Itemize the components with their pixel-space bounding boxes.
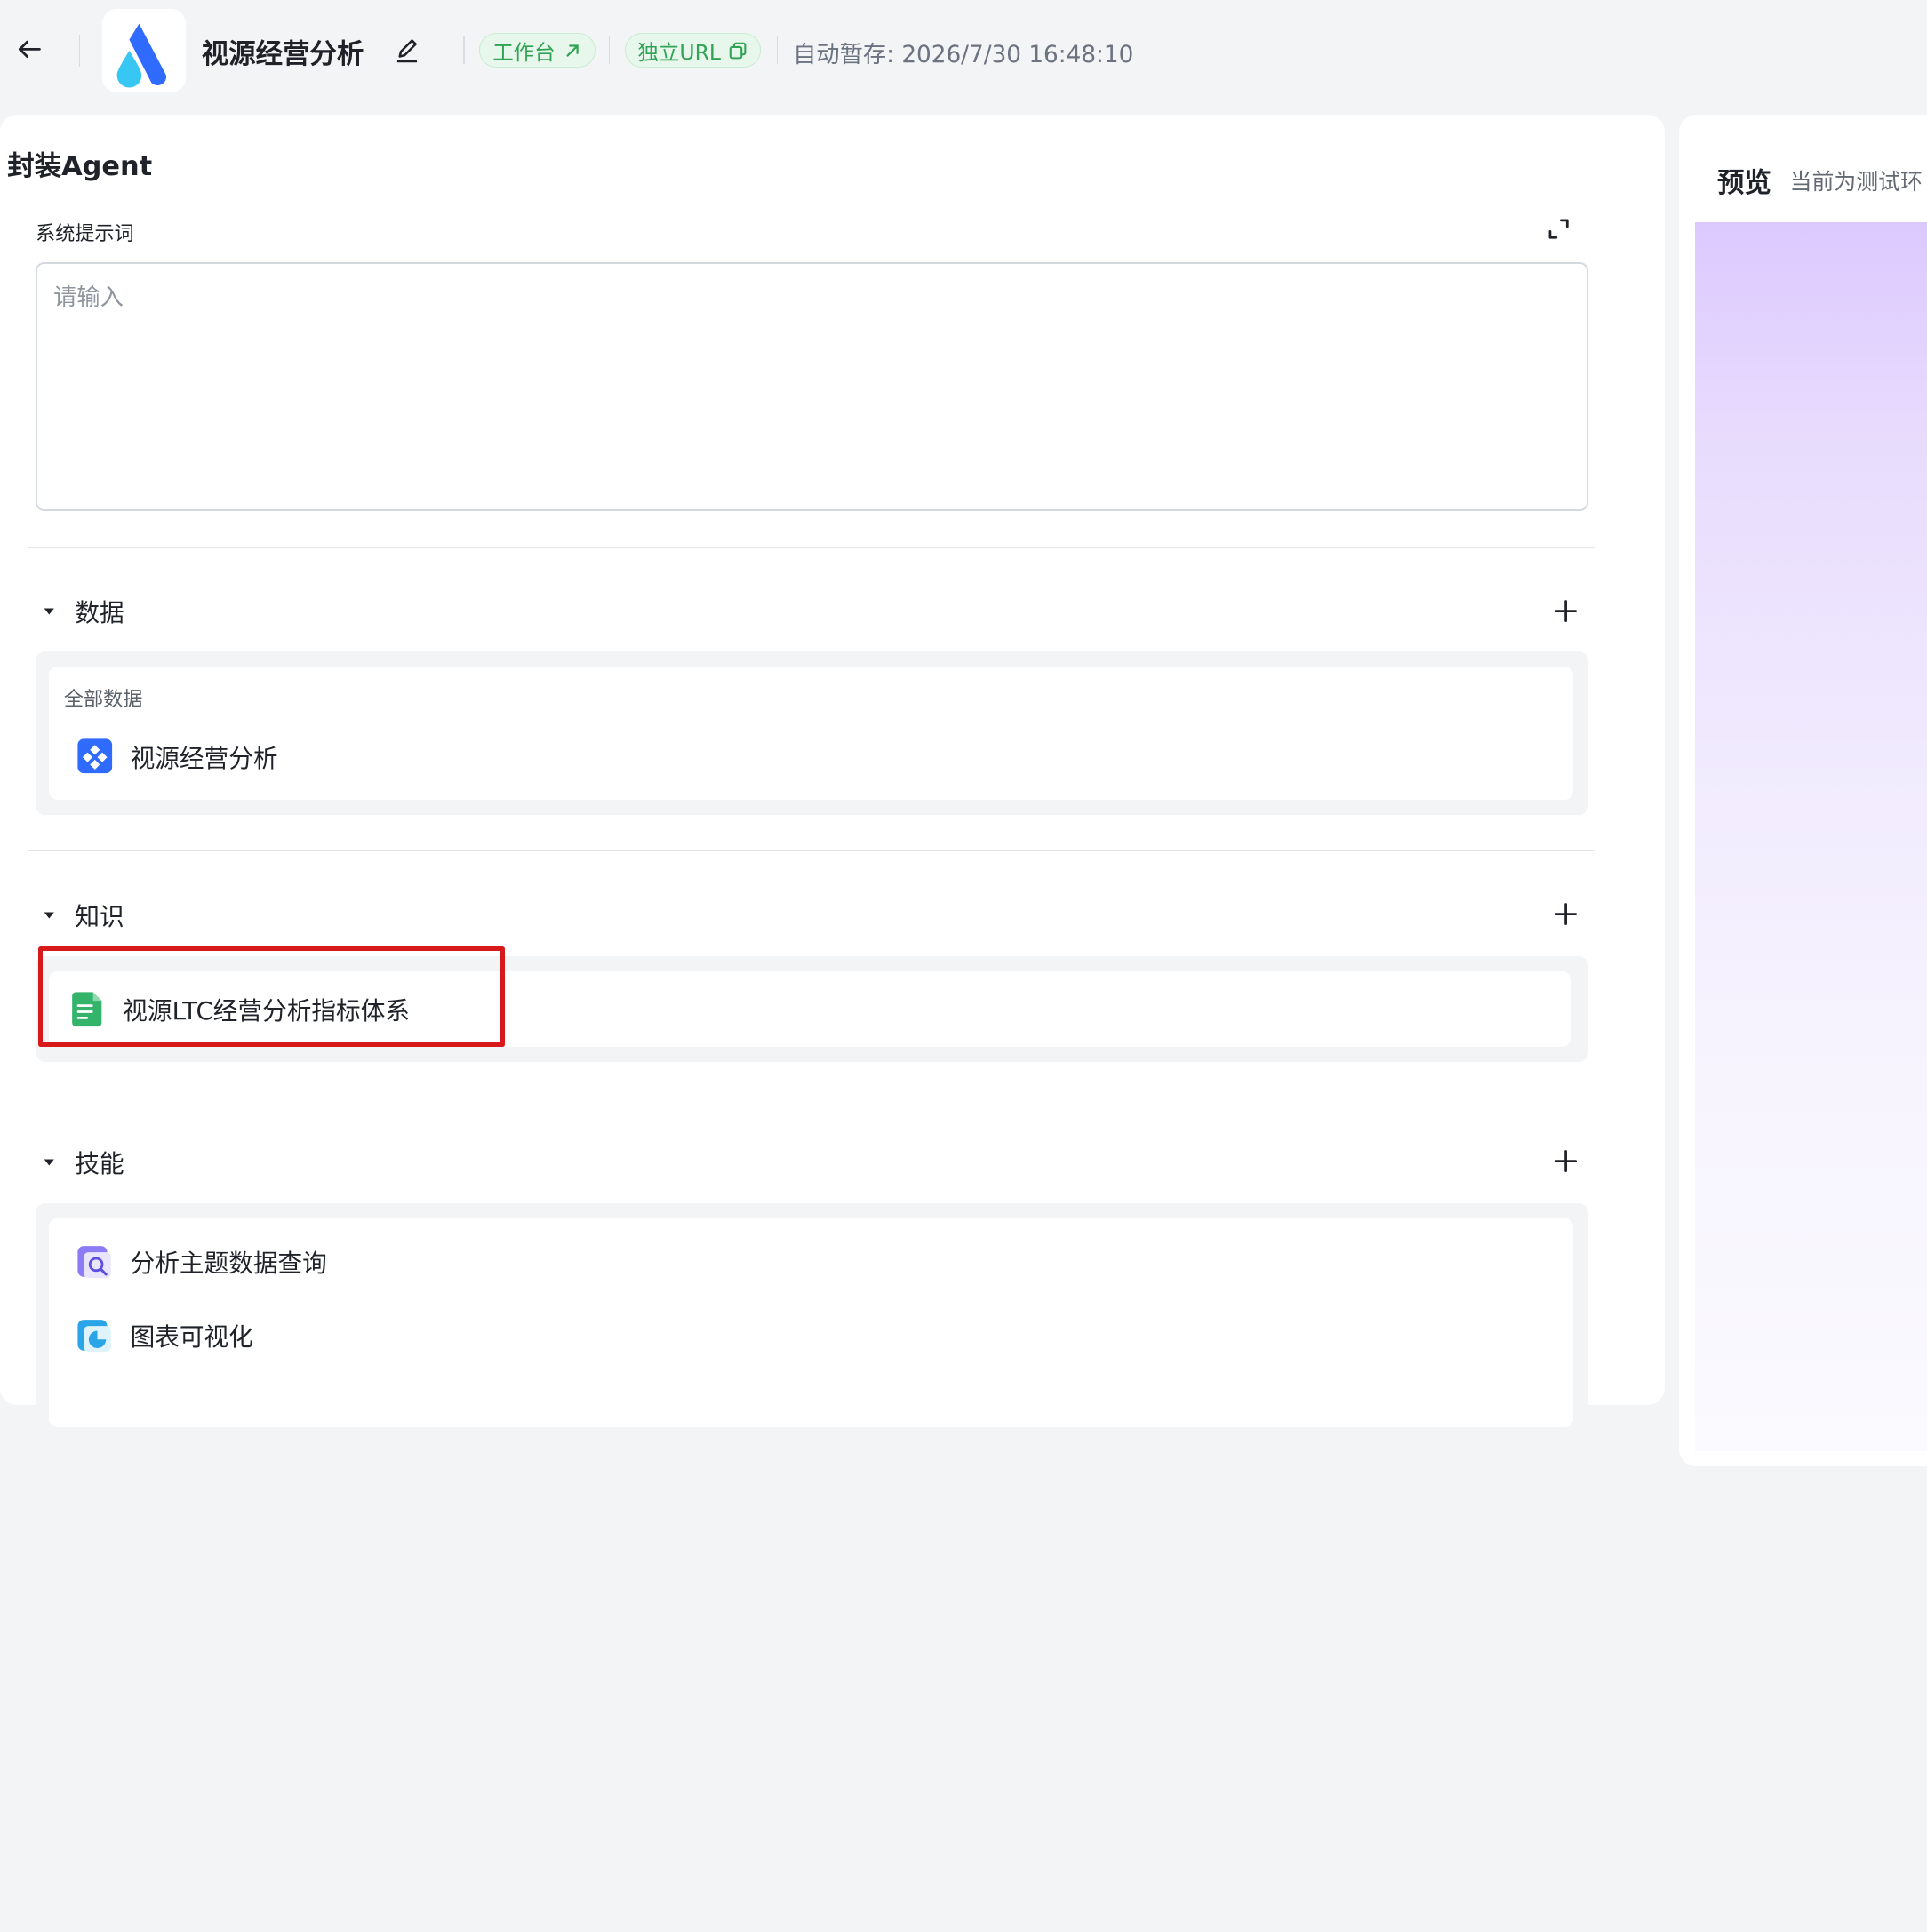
list-item[interactable]: 视源经营分析: [76, 738, 278, 774]
skills-group-toggle[interactable]: 技能: [36, 1143, 124, 1179]
knowledge-card: 视源LTC经营分析指标体系: [49, 970, 1571, 1048]
knowledge-group-label: 知识: [75, 901, 124, 931]
copy-icon: [730, 42, 747, 60]
chart-visualization-icon: [77, 1320, 111, 1353]
skill-item-label: 图表可视化: [130, 1321, 253, 1352]
standalone-url-button[interactable]: 独立URL: [624, 33, 762, 68]
caret-down-icon: [36, 1149, 61, 1174]
skills-card: 分析主题数据查询 图表可视化: [49, 1217, 1574, 1427]
system-prompt-input[interactable]: [36, 261, 1588, 512]
standalone-url-label: 独立URL: [637, 39, 722, 65]
list-item[interactable]: 视源LTC经营分析指标体系: [68, 991, 410, 1027]
add-knowledge-icon[interactable]: [1551, 899, 1580, 929]
caret-down-icon: [36, 599, 61, 624]
skill-item-label: 分析主题数据查询: [130, 1248, 327, 1278]
header-divider: [777, 36, 779, 64]
data-subheading: 全部数据: [63, 687, 143, 711]
knowledge-group-toggle[interactable]: 知识: [36, 896, 124, 932]
add-data-icon[interactable]: [1551, 596, 1580, 626]
data-list: 全部数据 视源经营分析: [36, 651, 1588, 815]
caret-down-icon: [36, 902, 61, 927]
app-logo: [101, 8, 186, 92]
data-query-icon: [77, 1246, 111, 1279]
data-group-label: 数据: [75, 598, 124, 628]
autosave-time: 2026/7/30 16:48:10: [901, 42, 1134, 69]
header-divider: [78, 34, 80, 67]
list-item[interactable]: 分析主题数据查询: [76, 1242, 327, 1279]
dataset-icon: [77, 738, 112, 773]
data-item-label: 视源经营分析: [130, 743, 278, 773]
knowledge-list: 视源LTC经营分析指标体系: [36, 955, 1588, 1062]
workbench-label: 工作台: [492, 39, 556, 65]
autosave-status: 自动暂存: 2026/7/30 16:48:10: [793, 36, 1133, 69]
preview-canvas: [1695, 222, 1927, 1452]
app-title: 视源经营分析: [201, 38, 364, 70]
document-icon: [72, 992, 102, 1026]
system-prompt-label: 系统提示词: [36, 221, 134, 245]
add-skill-icon[interactable]: [1551, 1146, 1580, 1176]
data-group-toggle[interactable]: 数据: [36, 593, 124, 629]
section-title: 封装Agent: [7, 150, 153, 182]
autosave-label: 自动暂存:: [793, 42, 894, 69]
knowledge-item-label: 视源LTC经营分析指标体系: [123, 996, 411, 1026]
workbench-link[interactable]: 工作台: [479, 33, 596, 68]
list-item[interactable]: 图表可视化: [76, 1316, 253, 1353]
skills-group-label: 技能: [75, 1148, 124, 1178]
expand-icon[interactable]: [1544, 214, 1573, 243]
back-arrow-icon[interactable]: [12, 32, 47, 67]
external-link-icon: [566, 44, 579, 57]
data-card: 全部数据 视源经营分析: [49, 666, 1574, 801]
header-divider: [608, 36, 610, 64]
section-divider: [28, 850, 1596, 852]
app-logo-icon: [116, 23, 166, 88]
preview-environment-note: 当前为测试环: [1789, 169, 1923, 196]
preview-title: 预览: [1717, 168, 1771, 200]
skills-list: 分析主题数据查询 图表可视化: [36, 1202, 1588, 1427]
header-divider: [463, 36, 465, 64]
edit-pencil-icon[interactable]: [391, 36, 423, 68]
